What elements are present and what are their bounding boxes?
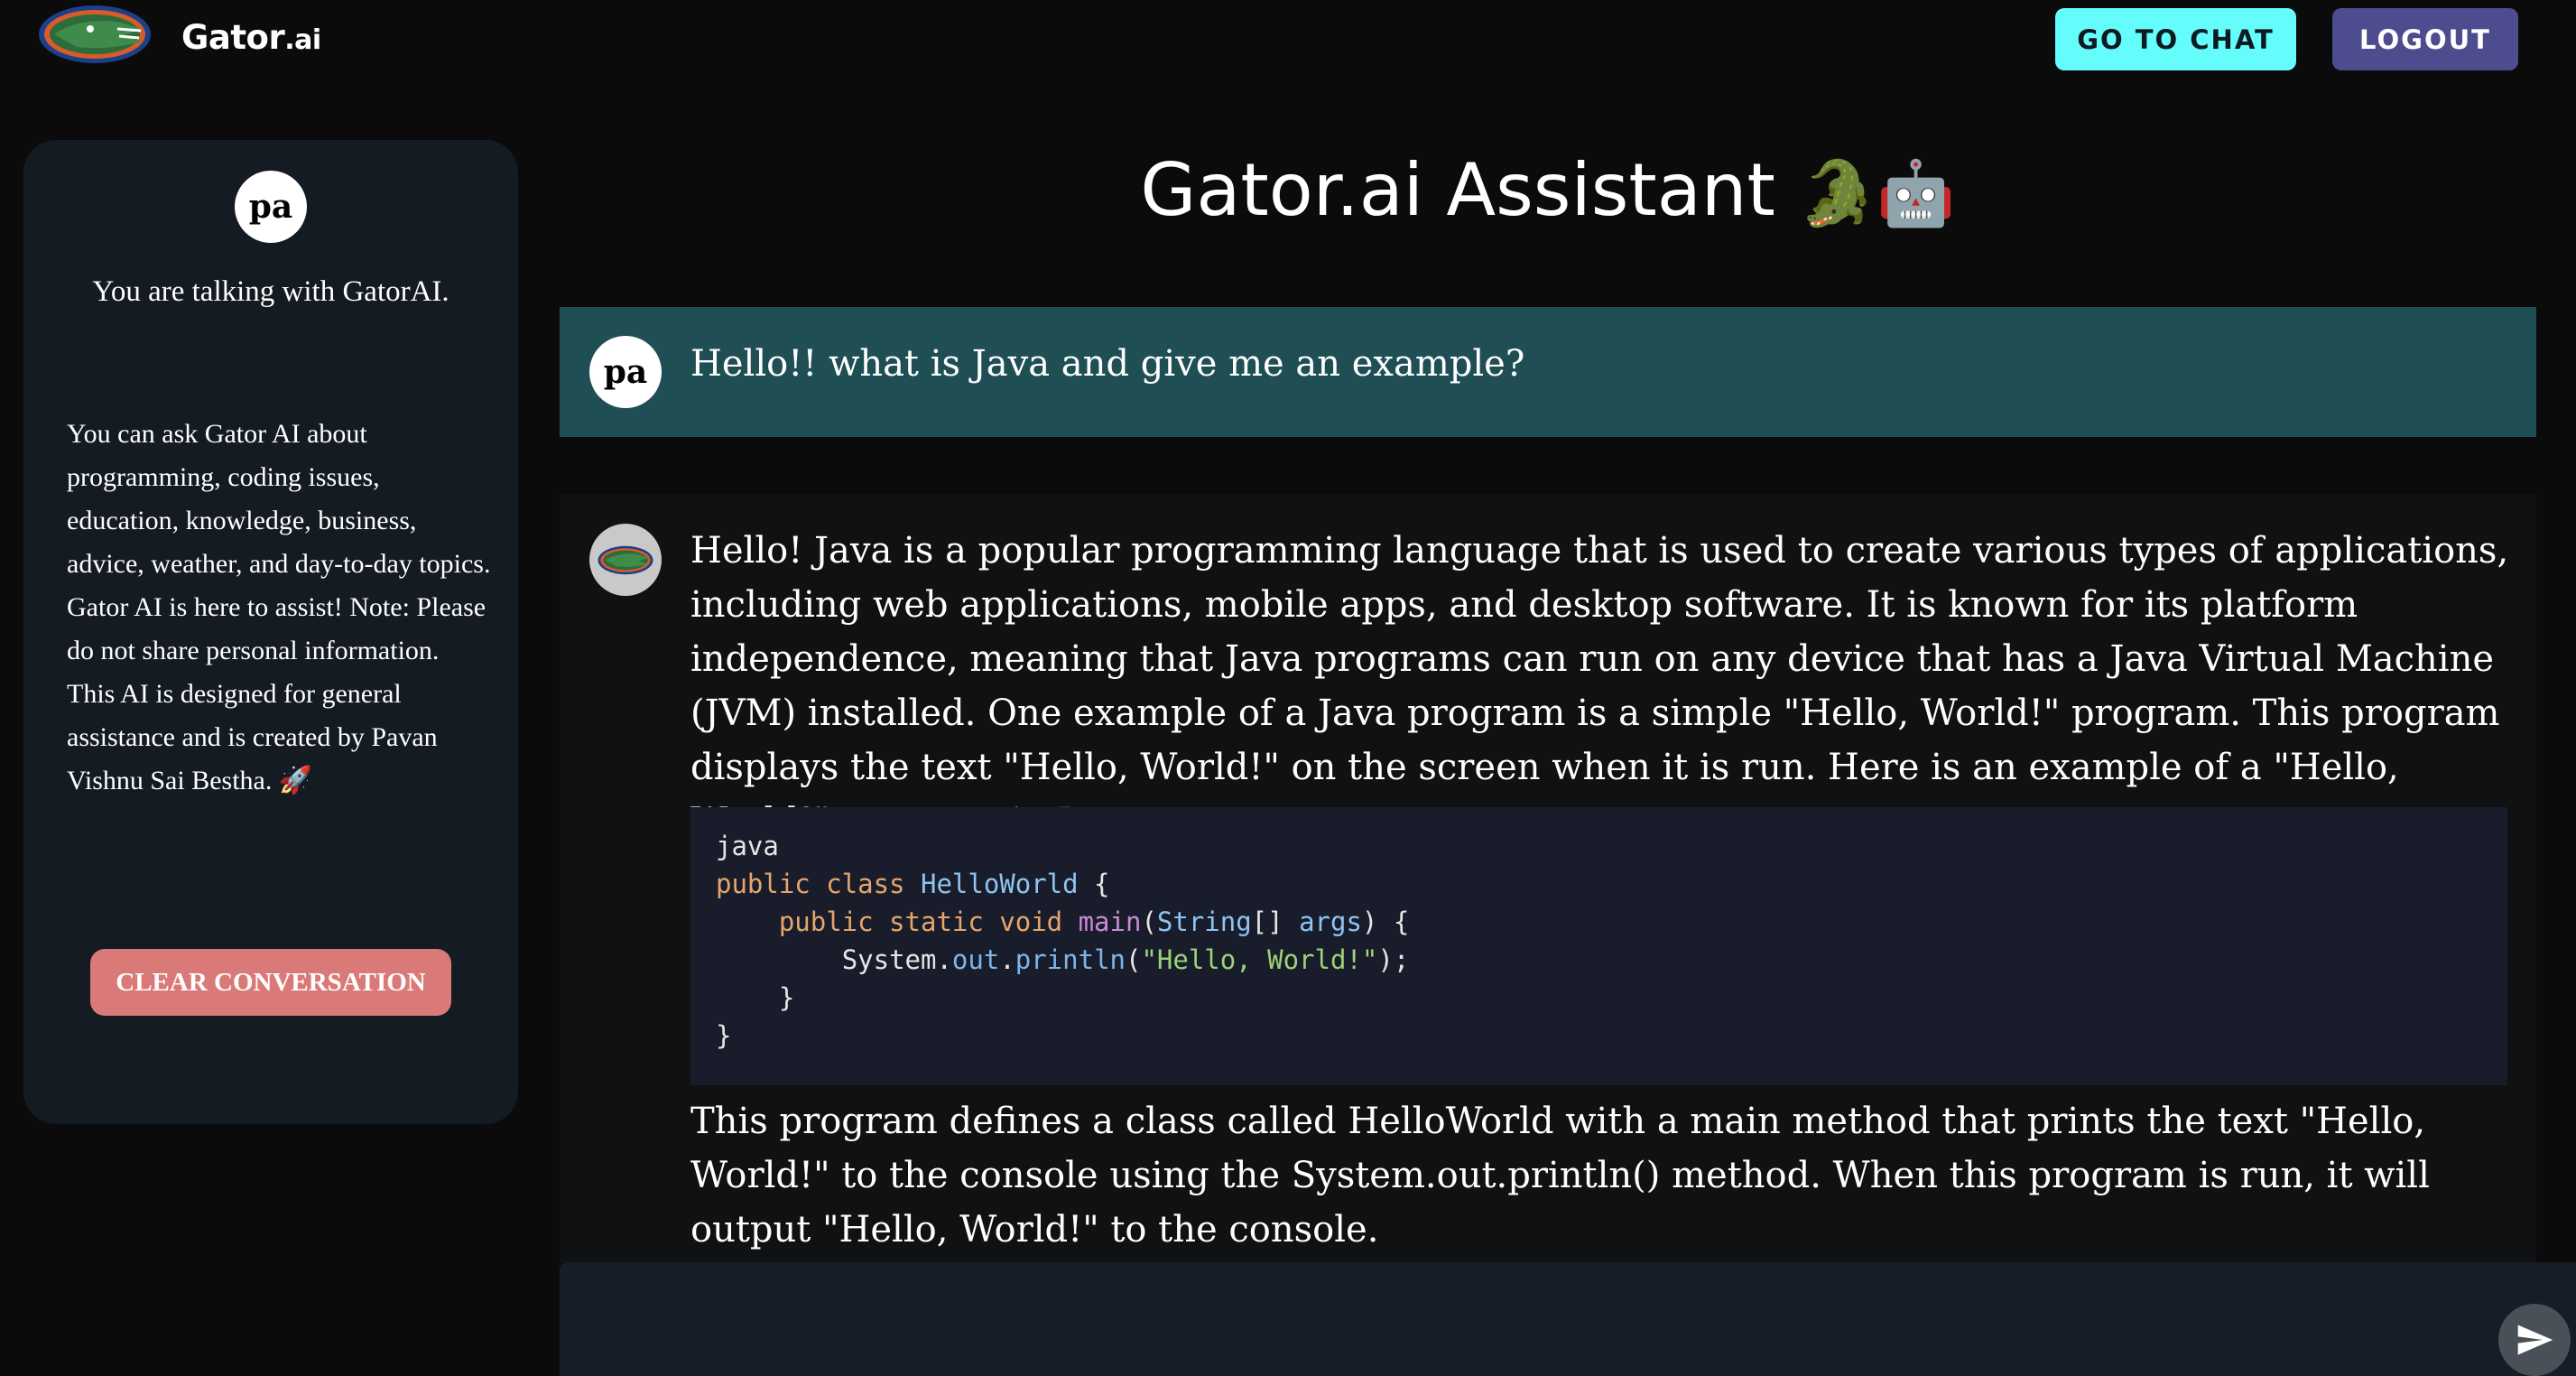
bot-message-intro: Hello! Java is a popular programming lan… bbox=[690, 530, 2509, 842]
user-message-avatar: pa bbox=[589, 336, 662, 408]
message-input[interactable] bbox=[587, 1280, 2482, 1358]
code-block: java public class HelloWorld { public st… bbox=[690, 807, 2507, 1085]
code-token: out bbox=[951, 944, 1000, 975]
code-token: } bbox=[778, 982, 795, 1013]
bot-message: Hello! Java is a popular programming lan… bbox=[560, 495, 2536, 1262]
code-token: ); bbox=[1377, 944, 1410, 975]
gator-avatar-icon bbox=[589, 524, 662, 596]
page-title-text: Gator.ai Assistant bbox=[1140, 148, 1775, 232]
clear-conversation-button[interactable]: CLEAR CONVERSATION bbox=[90, 949, 451, 1016]
code-token: "Hello, World!" bbox=[1141, 944, 1378, 975]
code-token: ( bbox=[1141, 906, 1157, 937]
title-emoji: 🐊🤖 bbox=[1798, 156, 1956, 230]
brand-main: Gator bbox=[181, 18, 285, 57]
code-token: System. bbox=[841, 944, 952, 975]
talking-with-label: You are talking with GatorAI. bbox=[92, 275, 449, 308]
code-token: ( bbox=[1125, 944, 1142, 975]
code-token: } bbox=[716, 1020, 732, 1051]
user-message: pa Hello!! what is Java and give me an e… bbox=[560, 307, 2536, 437]
code-token: public class bbox=[716, 869, 905, 899]
code-token: println bbox=[1015, 944, 1126, 975]
send-button[interactable] bbox=[2498, 1304, 2571, 1376]
sidebar: pa You are talking with GatorAI. You can… bbox=[23, 140, 518, 1124]
go-to-chat-button[interactable]: GO TO CHAT bbox=[2055, 8, 2296, 70]
code-token: HelloWorld bbox=[920, 869, 1079, 899]
code-token: { bbox=[1078, 869, 1110, 899]
gator-logo-icon[interactable] bbox=[36, 2, 153, 65]
brand-name[interactable]: Gator.ai bbox=[181, 18, 321, 57]
message-composer bbox=[560, 1262, 2576, 1376]
user-message-text: Hello!! what is Java and give me an exam… bbox=[690, 343, 1525, 385]
top-bar: Gator.ai GO TO CHAT LOGOUT bbox=[0, 0, 2576, 81]
code-token: public static void bbox=[778, 906, 1063, 937]
user-avatar: pa bbox=[235, 171, 307, 243]
bot-message-outro: This program defines a class called Hell… bbox=[690, 1101, 2430, 1250]
code-token: args bbox=[1299, 906, 1362, 937]
code-token: . bbox=[999, 944, 1015, 975]
code-token: ) { bbox=[1361, 906, 1410, 937]
code-token: main bbox=[1078, 906, 1142, 937]
send-icon bbox=[2517, 1325, 2553, 1355]
code-token: String bbox=[1156, 906, 1252, 937]
page-title: Gator.ai Assistant 🐊🤖 bbox=[560, 148, 2536, 232]
code-lang: java bbox=[716, 831, 779, 861]
brand-suffix: .ai bbox=[284, 24, 321, 56]
logout-button[interactable]: LOGOUT bbox=[2332, 8, 2518, 70]
code-token: [] bbox=[1251, 906, 1300, 937]
sidebar-info-text: You can ask Gator AI about programming, … bbox=[67, 419, 491, 795]
